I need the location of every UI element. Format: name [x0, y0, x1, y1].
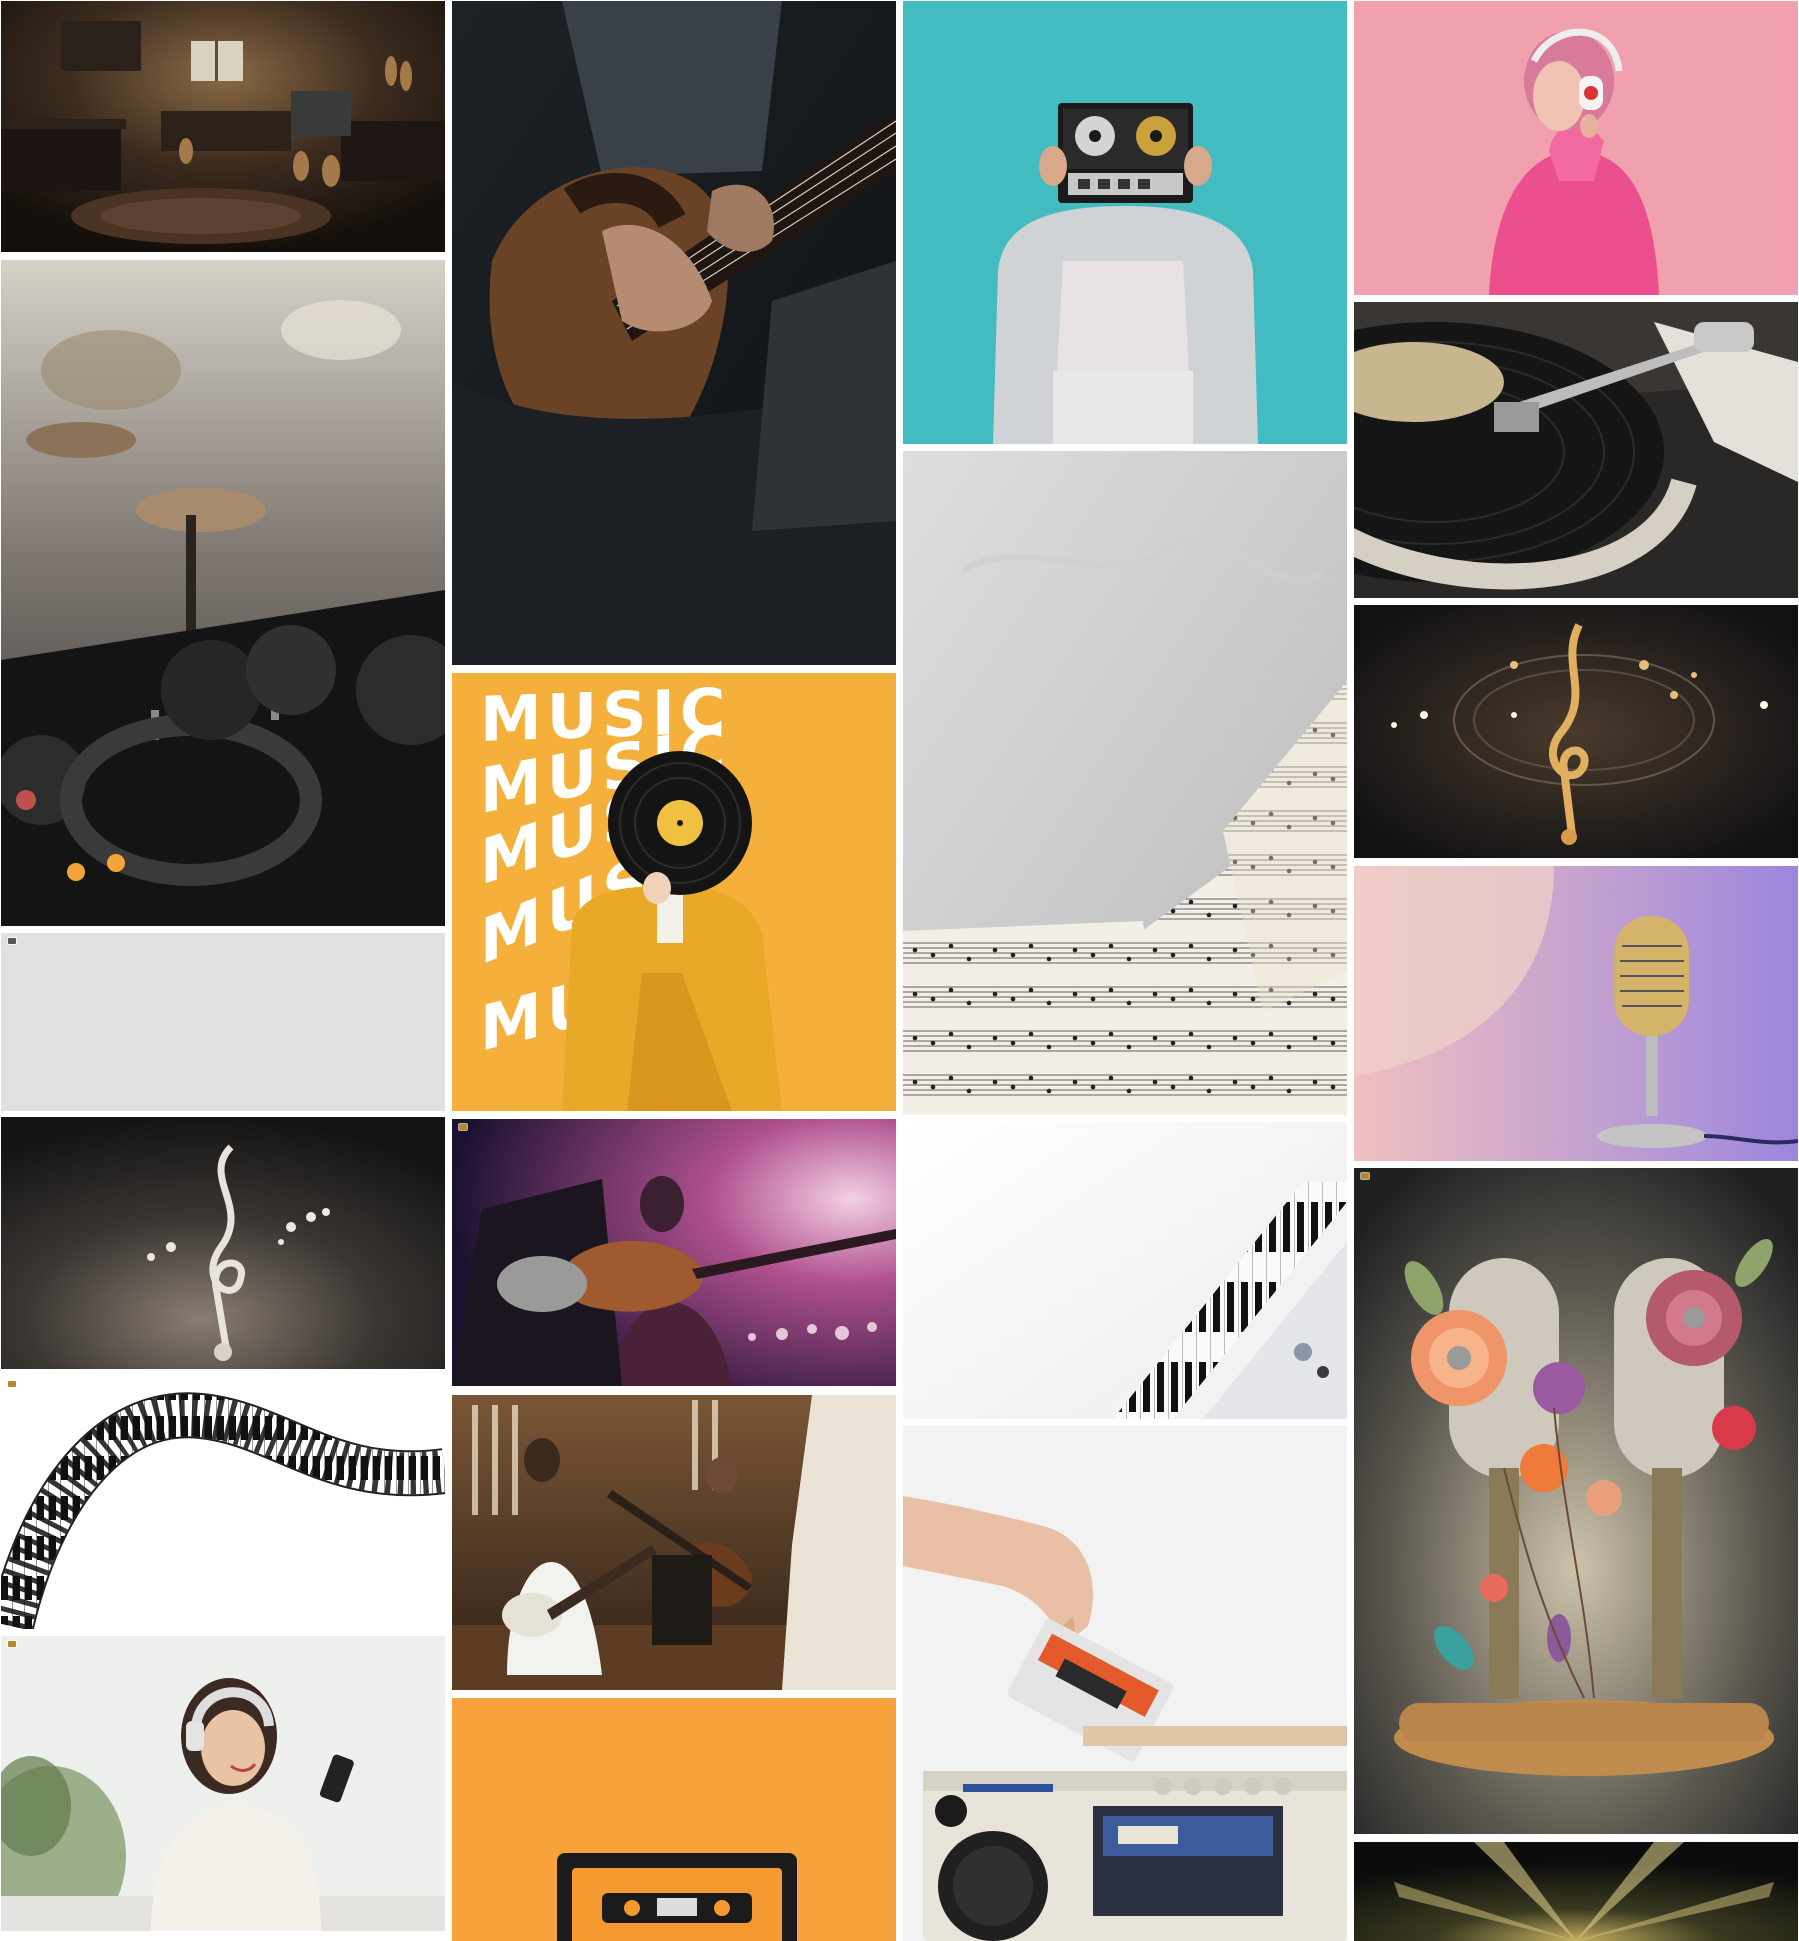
flower-microphones-photo[interactable] [1354, 1168, 1798, 1834]
orange-cassette-photo[interactable] [452, 1698, 896, 1941]
woman-headphones-phone-photo[interactable] [1, 1636, 445, 1931]
reel-to-reel-person-photo[interactable] [903, 1, 1347, 444]
music-poster-photo[interactable]: MUSIC MUSIC MUSIC MUSIC MUSIC [452, 673, 896, 1111]
band-rehearsal-photo[interactable] [452, 1395, 896, 1690]
stage-lights-photo[interactable] [1354, 1842, 1798, 1941]
image-badge-icon [1361, 1173, 1369, 1179]
music-studio-room-photo[interactable] [1, 1, 445, 252]
guitarist-playing-photo[interactable] [452, 1, 896, 665]
cassette-boombox-photo[interactable] [903, 1426, 1347, 1941]
golden-treble-clef-photo[interactable] [1354, 605, 1798, 858]
wavy-piano-keys-photo[interactable] [1, 1376, 445, 1629]
sheet-music-texture-photo[interactable] [903, 451, 1347, 1115]
image-gallery: MUSIC MUSIC MUSIC MUSIC MUSIC [0, 0, 1799, 1941]
headphones-woman-photo[interactable] [1354, 1, 1798, 295]
image-badge-icon [459, 1124, 467, 1130]
image-badge-icon [8, 938, 16, 944]
poster-figure [562, 751, 782, 1111]
concert-guitar-singer-photo[interactable] [452, 1119, 896, 1386]
silver-treble-clef-photo[interactable] [1, 1117, 445, 1369]
record-player-photo[interactable] [1354, 302, 1798, 598]
image-badge-icon [8, 1641, 16, 1647]
white-keyboard-photo[interactable] [903, 1122, 1347, 1419]
vintage-microphone-photo[interactable] [1354, 866, 1798, 1161]
dj-controller-headphones-photo[interactable] [1, 260, 445, 926]
loading-placeholder [1, 933, 445, 1111]
